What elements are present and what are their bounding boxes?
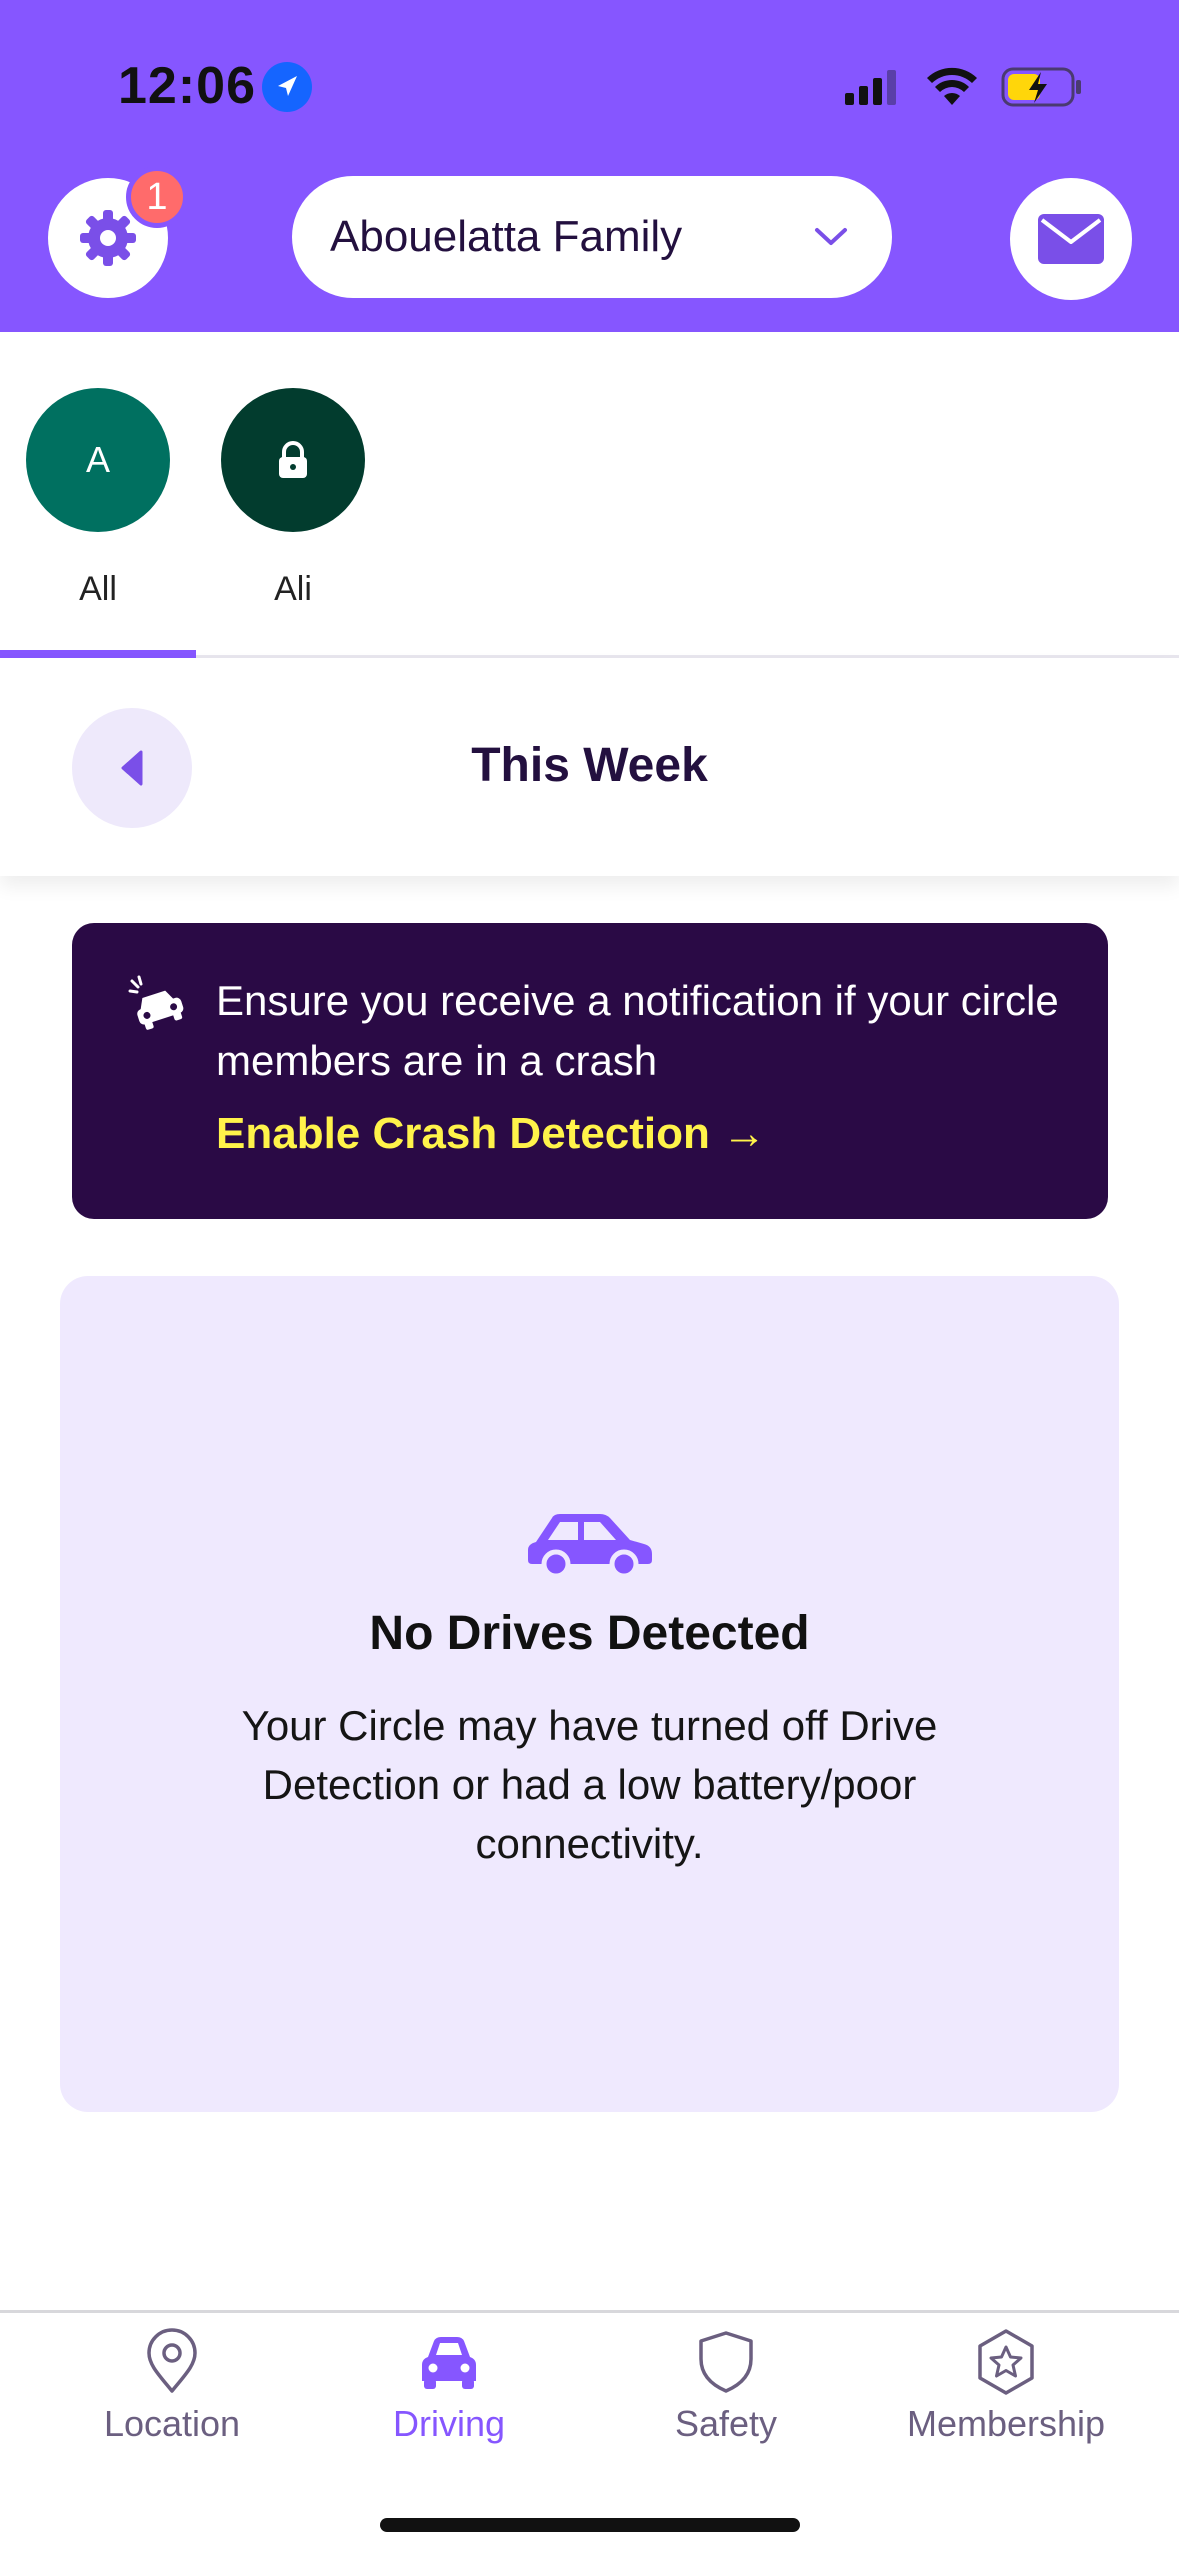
home-indicator[interactable]: [380, 2518, 800, 2532]
avatar: [221, 388, 365, 532]
crash-detection-banner[interactable]: Ensure you receive a notification if you…: [72, 923, 1108, 1219]
lock-icon: [279, 441, 307, 478]
circle-switcher[interactable]: Abouelatta Family: [292, 176, 892, 298]
car-crash-icon: [128, 975, 184, 1030]
status-time: 12:06: [118, 57, 256, 115]
empty-state-description: Your Circle may have turned off Drive De…: [241, 1702, 938, 1867]
messages-button[interactable]: [1010, 178, 1132, 300]
avatar-initial: A: [85, 439, 110, 480]
mail-icon: [1038, 214, 1104, 264]
status-icons: [843, 62, 1083, 112]
driving-screen: 12:06 1 Abouelatta Family A All Ali This…: [0, 0, 1179, 2556]
notification-badge: 1: [126, 166, 188, 228]
avatar: A: [26, 388, 170, 532]
location-pin-icon: [147, 2328, 197, 2393]
empty-state-title: No Drives Detected: [369, 1607, 810, 1660]
star-badge-icon: [978, 2329, 1034, 2395]
car-icon: [528, 1514, 652, 1578]
gear-icon: [80, 210, 136, 266]
location-services-icon: [262, 62, 312, 112]
tab-label: Driving: [392, 2403, 506, 2444]
cellular-signal-icon: [845, 70, 896, 105]
member-all[interactable]: A All: [26, 388, 170, 609]
tab-label: Location: [103, 2403, 241, 2444]
no-drives-card: No Drives Detected Your Circle may have …: [60, 1276, 1119, 2112]
week-navigator: This Week: [0, 658, 1179, 876]
member-name: All: [79, 570, 117, 608]
tab-safety[interactable]: Safety: [606, 2327, 846, 2445]
member-selector: A All Ali: [0, 332, 1179, 658]
selected-tab-indicator: [0, 650, 196, 658]
battery-charging-icon: [1001, 67, 1081, 107]
tab-driving[interactable]: Driving: [329, 2327, 569, 2445]
shield-icon: [699, 2331, 753, 2393]
enable-crash-detection-link[interactable]: Enable Crash Detection →: [216, 1109, 766, 1159]
car-icon: [422, 2337, 476, 2389]
tab-label: Membership: [906, 2403, 1106, 2444]
app-header: 12:06 1 Abouelatta Family: [0, 0, 1179, 332]
crash-banner-message: Ensure you receive a notification if you…: [216, 977, 1059, 1084]
member-ali[interactable]: Ali: [221, 388, 365, 609]
tab-location[interactable]: Location: [52, 2327, 292, 2445]
wifi-icon: [927, 67, 977, 105]
member-name: Ali: [274, 570, 312, 608]
circle-name: Abouelatta Family: [330, 212, 683, 261]
week-title: This Week: [471, 739, 708, 792]
tab-label: Safety: [674, 2403, 778, 2444]
chevron-down-icon: [815, 228, 847, 245]
tab-membership[interactable]: Membership: [886, 2327, 1126, 2445]
